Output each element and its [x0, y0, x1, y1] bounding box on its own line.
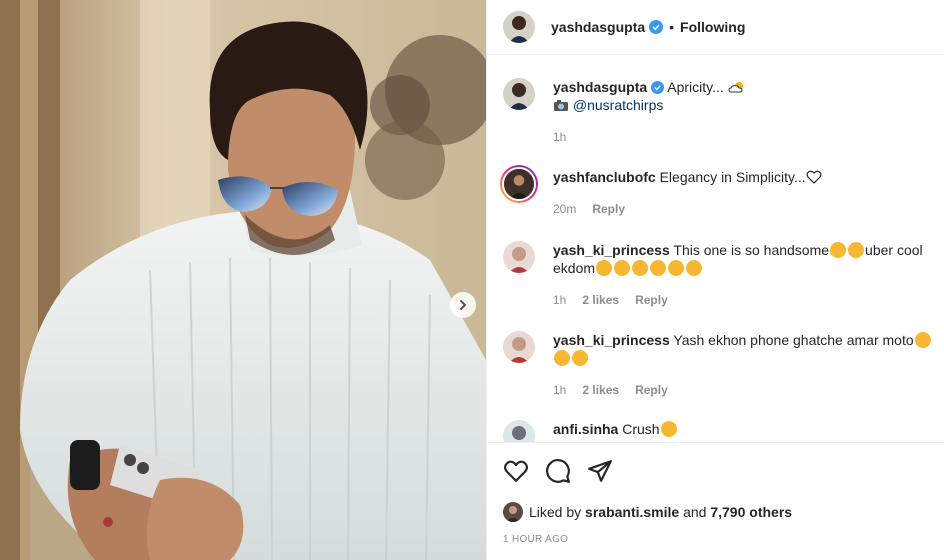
- likes-count[interactable]: 7,790 others: [710, 504, 792, 520]
- reply-button[interactable]: Reply: [635, 383, 668, 397]
- liked-by-and: and: [683, 504, 707, 520]
- heart-eyes-emoji-icon: [632, 260, 649, 276]
- comment-text: Elegancy in Simplicity...: [659, 169, 806, 185]
- comment-likes[interactable]: 2 likes: [582, 293, 619, 307]
- comment-time: 1h: [553, 293, 567, 307]
- liked-by-user[interactable]: srabanti.smile: [585, 504, 679, 520]
- post-photo[interactable]: [0, 0, 486, 560]
- laughing-emoji-icon: [572, 350, 588, 366]
- comment-meta: 1h 2 likes Reply: [553, 293, 668, 307]
- camera-icon: [554, 100, 568, 111]
- laughing-emoji-icon: [554, 350, 570, 366]
- heart-eyes-emoji-icon: [848, 242, 865, 258]
- comment-body: yash_ki_princess This one is so handsome…: [553, 241, 933, 277]
- comment-text-part: uber cool: [865, 242, 923, 258]
- comment-body: anfi.sinha Crush: [553, 420, 933, 438]
- comments-list[interactable]: yashdasgupta Apricity... @nusratchirps 1…: [487, 56, 944, 442]
- white-heart-icon: [806, 170, 822, 184]
- verified-badge-icon: [651, 81, 665, 94]
- kissing-face-emoji-icon: [650, 260, 667, 276]
- comment-time: 20m: [553, 202, 577, 216]
- heart-eyes-emoji-icon: [830, 242, 847, 258]
- comment-bubble-icon[interactable]: [545, 458, 571, 484]
- caption-username[interactable]: yashdasgupta: [553, 79, 647, 95]
- comment-time: 1h: [553, 383, 567, 397]
- heart-icon[interactable]: [503, 458, 529, 484]
- comment-text: Crush: [622, 421, 660, 437]
- comment-meta: 20m Reply: [553, 202, 625, 216]
- separator-dot: •: [669, 19, 675, 35]
- caption-text: Apricity...: [667, 79, 724, 95]
- chevron-right-icon: [460, 300, 467, 310]
- header-username[interactable]: yashdasgupta: [551, 19, 645, 35]
- reply-button[interactable]: Reply: [592, 202, 625, 216]
- kissing-face-emoji-icon: [686, 260, 703, 276]
- caption-meta: 1h: [553, 130, 566, 144]
- comment-body: yash_ki_princess Yash ekhon phone ghatch…: [553, 331, 933, 367]
- comment-meta: 1h 2 likes Reply: [553, 383, 668, 397]
- liked-by-prefix: Liked by: [529, 504, 582, 520]
- comment-text: Yash ekhon phone ghatche amar moto: [673, 332, 914, 348]
- caption-body: yashdasgupta Apricity... @nusratchirps: [553, 78, 933, 114]
- photo-scene: [0, 0, 486, 560]
- avatar[interactable]: [503, 420, 535, 442]
- laughing-emoji-icon: [914, 332, 931, 348]
- avatar[interactable]: [500, 165, 538, 203]
- heart-eyes-emoji-icon: [596, 260, 613, 276]
- mention-link[interactable]: @nusratchirps: [573, 97, 663, 113]
- post-sidebar: yashdasgupta • Following yashdasgupta Ap…: [486, 0, 944, 560]
- next-photo-button[interactable]: [450, 292, 476, 318]
- sun-behind-cloud-icon: [728, 82, 743, 93]
- following-button[interactable]: Following: [680, 19, 745, 35]
- comment-username[interactable]: yash_ki_princess: [553, 242, 670, 258]
- action-bar: [503, 458, 613, 484]
- divider: [487, 442, 944, 443]
- likes-summary: Liked by srabanti.smile and 7,790 others: [503, 502, 792, 522]
- avatar[interactable]: [503, 241, 535, 273]
- comment-username[interactable]: anfi.sinha: [553, 421, 618, 437]
- kissing-face-emoji-icon: [668, 260, 685, 276]
- avatar[interactable]: [503, 502, 523, 522]
- avatar[interactable]: [503, 78, 535, 110]
- reply-button[interactable]: Reply: [635, 293, 668, 307]
- comment-body: yashfanclubofc Elegancy in Simplicity...: [553, 168, 933, 186]
- comment-likes[interactable]: 2 likes: [582, 383, 619, 397]
- instagram-post: yashdasgupta • Following yashdasgupta Ap…: [0, 0, 944, 560]
- comment-username[interactable]: yash_ki_princess: [553, 332, 670, 348]
- heart-eyes-emoji-icon: [660, 421, 677, 437]
- avatar[interactable]: [503, 331, 535, 363]
- verified-badge-icon: [649, 20, 664, 34]
- avatar[interactable]: [503, 11, 535, 43]
- heart-eyes-emoji-icon: [614, 260, 631, 276]
- comment-username[interactable]: yashfanclubofc: [553, 169, 656, 185]
- post-timestamp: 1 HOUR AGO: [503, 534, 569, 545]
- post-header: yashdasgupta • Following: [487, 0, 944, 55]
- comment-text-part: This one is so handsome: [673, 242, 830, 258]
- paper-plane-icon[interactable]: [587, 458, 613, 484]
- caption-time: 1h: [553, 130, 567, 144]
- comment-text-part: ekdom: [553, 260, 596, 276]
